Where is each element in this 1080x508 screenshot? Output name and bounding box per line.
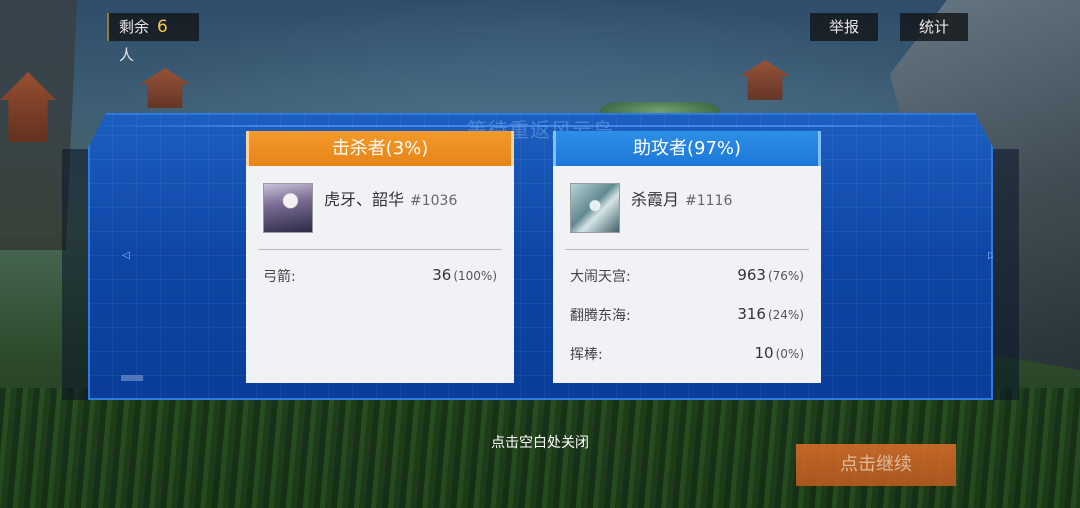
panel-frame: 等待重返风云岛 ◁ ▷ [88, 113, 993, 400]
assist-card: 助攻者(97%) 杀霞月 #1116 大闹天宫: 963 (76%) 翻腾东海: 3… [553, 131, 821, 383]
skill-label: 翻腾东海: [570, 308, 631, 324]
assist-name: 杀霞月 [631, 190, 680, 209]
damage-percent: (0%) [775, 347, 804, 361]
panel-ghost-title: 等待重返风云岛 [467, 118, 614, 142]
killer-weapon-list: 弓箭: 36 (100%) [246, 250, 514, 293]
skill-label: 大闹天宫: [570, 269, 631, 285]
list-item: 大闹天宫: 963 (76%) [553, 254, 821, 293]
pagoda-tower [740, 60, 790, 100]
pagoda-gate [140, 68, 190, 108]
panel-deco-bar [121, 375, 143, 381]
remaining-players: 剩余 6 人 [107, 13, 199, 64]
killer-header: 击杀者(3%) [246, 131, 514, 166]
assist-name-line: 杀霞月 #1116 [631, 186, 732, 210]
skill-value: 963 (76%) [737, 266, 804, 284]
damage-number: 316 [737, 305, 766, 323]
skill-value: 10 (0%) [755, 344, 805, 362]
assist-avatar[interactable] [570, 183, 620, 233]
stats-button[interactable]: 统计 [900, 13, 968, 41]
report-button[interactable]: 举报 [810, 13, 878, 41]
killer-player: 虎牙、韶华 #1036 [246, 166, 514, 249]
damage-number: 963 [737, 266, 766, 284]
weapon-value: 36 (100%) [432, 266, 497, 284]
assist-id: #1116 [685, 193, 733, 209]
skill-label: 挥棒: [570, 347, 603, 363]
kill-info-panel: 等待重返风云岛 ◁ ▷ [62, 113, 1019, 400]
damage-number: 36 [432, 266, 452, 284]
damage-percent: (24%) [767, 308, 804, 322]
damage-number: 10 [754, 344, 774, 362]
assist-player: 杀霞月 #1116 [553, 166, 821, 249]
weapon-label: 弓箭: [263, 269, 296, 285]
remaining-count: 6 [157, 17, 168, 37]
assist-skill-list: 大闹天宫: 963 (76%) 翻腾东海: 316 (24%) 挥棒: 10 (0%) [553, 250, 821, 371]
list-item: 翻腾东海: 316 (24%) [553, 293, 821, 332]
damage-percent: (76%) [767, 269, 804, 283]
damage-percent: (100%) [453, 269, 497, 283]
list-item: 弓箭: 36 (100%) [246, 254, 514, 293]
arrow-left-icon[interactable]: ◁ [121, 250, 131, 261]
list-item: 挥棒: 10 (0%) [553, 332, 821, 371]
killer-card: 击杀者(3%) 虎牙、韶华 #1036 弓箭: 36 (100%) [246, 131, 514, 383]
killer-name: 虎牙、韶华 [324, 190, 405, 209]
remaining-prefix: 剩余 [119, 18, 150, 36]
assist-header: 助攻者(97%) [553, 131, 821, 166]
killer-id: #1036 [410, 193, 458, 209]
skill-value: 316 (24%) [737, 305, 804, 323]
killer-name-line: 虎牙、韶华 #1036 [324, 186, 457, 210]
continue-button[interactable]: 点击继续 [796, 444, 956, 486]
remaining-suffix: 人 [119, 46, 135, 64]
killer-avatar[interactable] [263, 183, 313, 233]
